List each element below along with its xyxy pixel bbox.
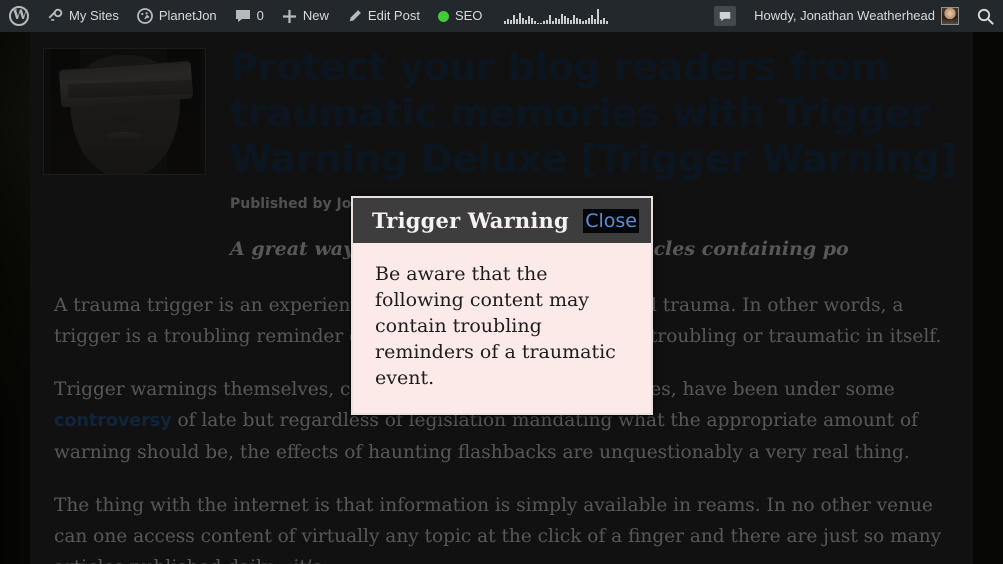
seo-label: SEO <box>454 8 483 23</box>
wordpress-logo-icon: W <box>9 6 29 26</box>
sparkline-bar <box>585 20 588 24</box>
sparkline-bar <box>528 16 531 24</box>
close-button[interactable]: Close <box>583 208 639 233</box>
sparkline-bar <box>573 15 576 24</box>
admin-bar-right-group: Howdy, Jonathan Weatherhead <box>705 0 1003 32</box>
trigger-warning-modal: Trigger Warning Close Be aware that the … <box>351 196 653 415</box>
search-button[interactable] <box>968 0 1003 32</box>
plus-icon <box>282 9 297 24</box>
stats-sparkline-icon <box>500 8 612 24</box>
sparkline-bar <box>555 18 558 24</box>
sparkline-bar <box>516 19 519 24</box>
controversy-link[interactable]: controversy <box>54 411 172 431</box>
sparkline-bar <box>591 15 594 24</box>
sparkline-bar <box>540 23 543 24</box>
comment-flag-icon <box>714 6 737 26</box>
sparkline-bar <box>600 20 603 24</box>
sparkline-bar <box>594 19 597 24</box>
photo-lips <box>106 132 142 140</box>
sparkline-bar <box>531 18 534 24</box>
green-status-dot-icon <box>437 10 449 22</box>
sparkline-bar <box>603 18 606 24</box>
sparkline-bar <box>579 19 582 24</box>
my-sites-menu[interactable]: My Sites <box>38 0 128 32</box>
stats-menu[interactable] <box>491 0 621 32</box>
sparkline-bar <box>564 16 567 24</box>
sparkline-bar <box>537 23 540 24</box>
sparkline-bar <box>552 21 555 24</box>
sparkline-bar <box>582 21 585 24</box>
sparkline-bar <box>549 15 552 24</box>
key-icon <box>47 8 63 24</box>
comments-menu[interactable]: 0 <box>226 0 273 32</box>
avatar-icon <box>941 7 959 25</box>
sparkline-bar <box>525 20 528 24</box>
sparkline-bar <box>534 21 537 24</box>
wp-logo-button[interactable]: W <box>0 0 38 32</box>
my-account-menu[interactable]: Howdy, Jonathan Weatherhead <box>745 0 968 32</box>
admin-bar-left-group: W My Sites PlanetJon 0 New Edit Post SEO <box>0 0 621 32</box>
notifications-button[interactable] <box>705 0 745 32</box>
site-name-label: PlanetJon <box>158 8 217 23</box>
paragraph-3-before: The thing with the internet is that info… <box>54 495 942 564</box>
sparkline-bar <box>519 13 522 24</box>
sparkline-bar <box>597 9 600 24</box>
comment-bubble-icon <box>235 9 251 23</box>
new-label: New <box>302 8 329 23</box>
modal-body-text: Be aware that the following content may … <box>375 263 616 389</box>
sparkline-bar <box>504 21 507 24</box>
new-content-menu[interactable]: New <box>273 0 338 32</box>
dashboard-icon <box>136 8 153 24</box>
sparkline-bar <box>576 18 579 24</box>
sparkline-bar <box>606 21 609 24</box>
modal-body: Be aware that the following content may … <box>353 243 651 413</box>
sparkline-bar <box>510 20 513 24</box>
sparkline-bar <box>543 21 546 24</box>
featured-image[interactable] <box>43 48 206 175</box>
sparkline-bar <box>567 18 570 24</box>
search-icon <box>977 8 994 25</box>
comment-count: 0 <box>256 8 264 23</box>
modal-header: Trigger Warning Close <box>353 198 651 243</box>
sparkline-bar <box>522 18 525 24</box>
my-sites-label: My Sites <box>69 8 119 23</box>
sparkline-bar <box>561 14 564 24</box>
sparkline-bar <box>588 18 591 24</box>
modal-title: Trigger Warning <box>372 208 569 233</box>
seo-menu[interactable]: SEO <box>429 0 491 32</box>
sparkline-bar <box>513 15 516 24</box>
paragraph-2-after: of late but regardless of legislation ma… <box>54 410 918 463</box>
sparkline-bar <box>570 20 573 24</box>
edit-post-link[interactable]: Edit Post <box>338 0 429 32</box>
howdy-label: Howdy, Jonathan Weatherhead <box>754 8 935 23</box>
site-name-menu[interactable]: PlanetJon <box>128 0 226 32</box>
page-title: Protect your blog readers from traumatic… <box>230 45 957 181</box>
sparkline-bar <box>546 20 549 24</box>
paragraph-3: The thing with the internet is that info… <box>54 490 943 564</box>
edit-post-label: Edit Post <box>367 8 420 23</box>
pencil-icon <box>347 9 362 24</box>
sparkline-bar <box>558 19 561 24</box>
wp-admin-bar: W My Sites PlanetJon 0 New Edit Post SEO… <box>0 0 1003 32</box>
photo-nose <box>116 113 132 125</box>
sparkline-bar <box>507 19 510 24</box>
